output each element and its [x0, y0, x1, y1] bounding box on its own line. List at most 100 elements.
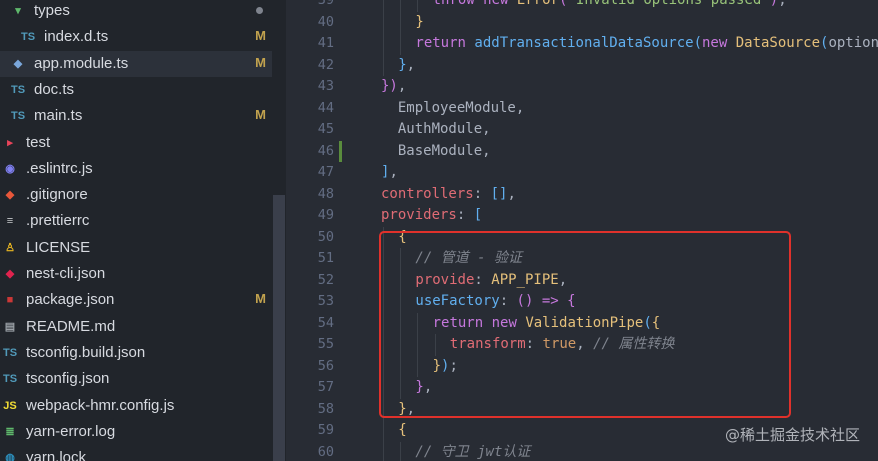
npm-icon: ■	[6, 294, 14, 307]
log-icon: ≣	[5, 425, 15, 438]
indent-guide	[417, 0, 419, 12]
file-item[interactable]: ◉ .eslintrc.js	[0, 156, 272, 182]
indent-guide	[400, 11, 402, 33]
file-item[interactable]: JS webpack-hmr.config.js	[0, 393, 272, 419]
file-name: nest-cli.json	[26, 265, 106, 282]
indent-guide	[383, 420, 384, 442]
nest-module-icon: ◆	[13, 57, 23, 70]
line-number: 43	[317, 78, 334, 94]
folder-changes-dot	[256, 7, 263, 14]
code-line: }),	[381, 78, 407, 94]
file-item[interactable]: ◍ yarn.lock	[0, 445, 272, 461]
file-name: types	[34, 2, 70, 19]
line-number: 41	[317, 35, 334, 51]
file-item[interactable]: TS tsconfig.build.json	[0, 340, 272, 366]
file-item[interactable]: ≡ .prettierrc	[0, 208, 272, 234]
file-name: tsconfig.build.json	[26, 343, 146, 361]
tsconfig-icon: TS	[2, 346, 18, 359]
eslint-icon: ◉	[5, 162, 15, 175]
code-line: BaseModule,	[381, 142, 491, 159]
code-line: throw new Error('Invalid options passed'…	[432, 0, 787, 8]
file-name: index.d.ts	[44, 28, 109, 46]
git-status-badge: M	[255, 291, 266, 307]
line-number: 60	[317, 443, 334, 460]
indent-guide	[383, 441, 384, 461]
file-item[interactable]: ♙ LICENSE	[0, 235, 272, 261]
code-line: {	[398, 422, 407, 438]
line-number: 47	[317, 164, 334, 180]
git-status-badge: M	[255, 107, 266, 123]
file-name: doc.ts	[34, 80, 75, 98]
line-number: 57	[317, 379, 334, 395]
line-number: 48	[317, 185, 334, 202]
git-status-badge: M	[255, 54, 266, 70]
javascript-icon: JS	[3, 399, 17, 412]
code-line: AuthModule,	[381, 121, 491, 137]
line-number: 58	[317, 400, 334, 417]
line-number: 51	[317, 250, 334, 266]
modified-line-marker	[339, 141, 342, 162]
file-item[interactable]: ◆ nest-cli.json	[0, 261, 272, 287]
yarn-icon: ◍	[5, 452, 15, 461]
line-number: 46	[317, 142, 334, 159]
explorer-scrollbar[interactable]	[273, 195, 285, 461]
file-item[interactable]: ◆ app.module.ts M	[0, 50, 272, 77]
file-name: app.module.ts	[34, 54, 129, 72]
file-item[interactable]: ▸ test	[0, 130, 272, 156]
code-line: EmployeeModule,	[381, 99, 525, 116]
file-name: package.json	[26, 291, 115, 309]
folder-icon: ▾	[15, 5, 21, 17]
line-number: 56	[317, 357, 334, 374]
file-item[interactable]: TS doc.ts	[0, 77, 272, 103]
indent-guide	[400, 441, 402, 461]
file-name: LICENSE	[26, 238, 91, 256]
license-icon: ♙	[5, 241, 15, 254]
file-explorer: ▾ types TS index.d.ts M ◆ app.module.ts M TS doc.…	[0, 0, 286, 461]
file-item[interactable]: TS tsconfig.json	[0, 366, 272, 392]
file-name: main.ts	[34, 107, 83, 125]
line-number: 42	[317, 56, 334, 73]
file-item[interactable]: TS main.ts M	[0, 103, 272, 129]
file-item[interactable]: ■ package.json M	[0, 287, 272, 313]
file-name: yarn-error.log	[26, 422, 116, 440]
line-number: 39	[317, 0, 334, 8]
line-number: 59	[317, 422, 334, 438]
line-number: 54	[317, 314, 334, 331]
prettier-icon: ≡	[6, 215, 14, 228]
indent-guide	[400, 33, 402, 55]
line-number: 55	[317, 336, 334, 352]
file-name: README.md	[26, 317, 116, 335]
git-icon: ◆	[5, 189, 15, 202]
line-number: 40	[317, 13, 334, 30]
test-folder-icon: ▸	[7, 136, 13, 149]
code-line: }	[415, 13, 424, 30]
file-item[interactable]: ▤ README.md	[0, 314, 272, 340]
file-item[interactable]: ◆ .gitignore	[0, 182, 272, 208]
file-item[interactable]: ▾ types	[0, 0, 272, 24]
tsconfig-icon: TS	[2, 373, 18, 386]
line-number: 44	[317, 99, 334, 116]
file-name: tsconfig.json	[26, 370, 110, 388]
typescript-icon: TS	[10, 110, 26, 123]
indent-guide	[383, 33, 384, 55]
file-name: yarn.lock	[26, 449, 87, 461]
markdown-icon: ▤	[4, 320, 16, 333]
code-line: // 守卫 jwt认证	[415, 443, 531, 460]
code-line: ],	[381, 164, 398, 180]
indent-guide	[383, 11, 384, 33]
indent-guide	[383, 0, 384, 12]
typescript-icon: TS	[20, 31, 36, 44]
file-name: test	[26, 133, 51, 151]
indent-guide	[400, 0, 402, 12]
line-number: 45	[317, 121, 334, 137]
file-item[interactable]: ≣ yarn-error.log	[0, 419, 272, 445]
file-name: .prettierrc	[26, 212, 90, 230]
line-number: 50	[317, 228, 334, 245]
watermark: @稀土掘金技术社区	[724, 426, 860, 444]
file-item[interactable]: TS index.d.ts M	[0, 24, 272, 50]
code-line: providers: [	[381, 207, 483, 223]
file-name: .eslintrc.js	[26, 159, 93, 177]
code-editor[interactable]: 39 throw new Error('Invalid options passe…	[286, 0, 878, 461]
indent-guide	[383, 54, 384, 76]
highlight-box	[379, 231, 791, 418]
